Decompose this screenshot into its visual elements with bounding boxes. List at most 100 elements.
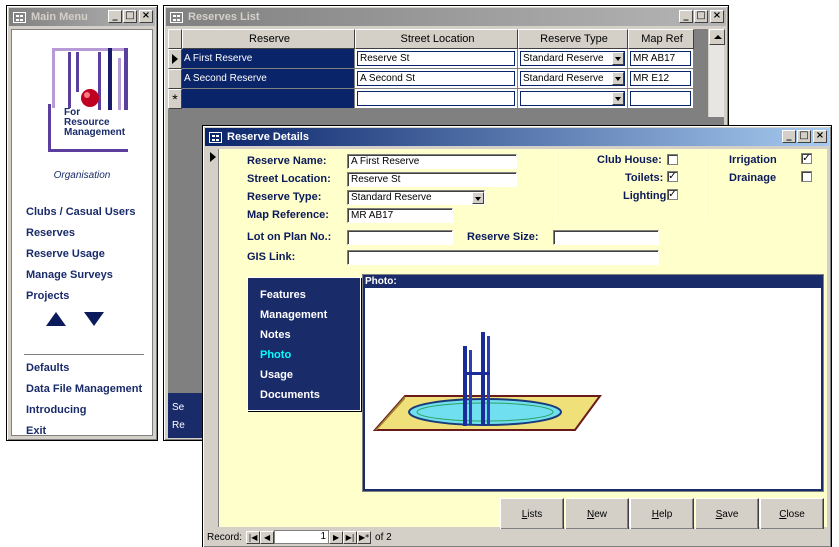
last-record-icon[interactable]: ▶|	[343, 530, 358, 544]
map-reference-field[interactable]: MR AB17	[347, 208, 453, 223]
current-record-field[interactable]: 1	[274, 530, 330, 544]
save-label: ave	[722, 508, 739, 520]
cell-reserve-type-value: Standard Reserve	[523, 53, 604, 64]
arrow-up-icon[interactable]	[46, 312, 66, 326]
save-hotkey: S	[715, 508, 723, 520]
drainage-label: Drainage	[729, 172, 777, 184]
cell-street-location-new[interactable]	[357, 91, 515, 106]
record-selector[interactable]	[168, 69, 182, 89]
new-label: ew	[594, 508, 608, 520]
table-row[interactable]: A Second Reserve A Second St Standard Re…	[168, 69, 708, 89]
menu-item-introducing[interactable]: Introducing	[26, 400, 142, 421]
column-header-reserve-type[interactable]: Reserve Type	[518, 29, 628, 49]
maximize-button[interactable]: □	[123, 10, 137, 23]
record-selector-current[interactable]	[168, 49, 182, 69]
lot-on-plan-label: Lot on Plan No.:	[247, 231, 332, 243]
menu-item-data-file-management[interactable]: Data File Management	[26, 379, 142, 400]
gis-link-label: GIS Link:	[247, 251, 296, 263]
tab-usage[interactable]: Usage	[260, 365, 360, 385]
new-record-icon[interactable]: ▶*	[357, 530, 372, 544]
tab-photo[interactable]: Photo	[260, 345, 360, 365]
reserves-list-titlebar[interactable]: Reserves List	[166, 8, 726, 26]
close-button[interactable]: ×	[710, 10, 724, 23]
menu-item-clubs-casual-users[interactable]: Clubs / Casual Users	[26, 202, 135, 223]
cell-reserve[interactable]: A First Reserve	[182, 49, 355, 69]
close-form-button[interactable]: Close	[760, 498, 824, 530]
new-button[interactable]: New	[565, 498, 629, 530]
street-location-field[interactable]: Reserve St	[347, 172, 517, 187]
lighting-checkbox[interactable]: ✓	[667, 189, 678, 200]
cell-street-location[interactable]: A Second St	[357, 71, 515, 86]
column-header-reserve[interactable]: Reserve	[182, 29, 355, 49]
cell-reserve[interactable]: A Second Reserve	[182, 69, 355, 89]
minimize-button[interactable]: _	[782, 130, 796, 143]
minimize-button[interactable]: _	[108, 10, 122, 23]
gis-link-field[interactable]	[347, 250, 659, 265]
header-selector[interactable]	[168, 29, 182, 49]
scroll-up-button[interactable]	[709, 29, 725, 45]
close-button[interactable]: ×	[813, 130, 827, 143]
close-button[interactable]: ×	[139, 10, 153, 23]
save-button[interactable]: Save	[695, 498, 759, 530]
reserves-grid: Reserve Street Location Reserve Type Map…	[168, 29, 708, 109]
menu-item-exit[interactable]: Exit	[26, 421, 142, 442]
chevron-down-icon[interactable]	[612, 92, 624, 105]
cell-reserve-new[interactable]	[182, 89, 355, 109]
club-house-checkbox[interactable]	[667, 154, 678, 165]
lists-button[interactable]: Lists	[500, 498, 564, 530]
reserve-photo-image	[372, 332, 602, 431]
toilets-checkbox[interactable]: ✓	[667, 171, 678, 182]
reserve-name-field[interactable]: A First Reserve	[347, 154, 517, 169]
reserve-size-field[interactable]	[553, 230, 659, 245]
next-record-icon[interactable]: ▶	[329, 530, 344, 544]
menu-item-reserves[interactable]: Reserves	[26, 223, 135, 244]
drainage-checkbox[interactable]	[801, 171, 812, 182]
tab-features[interactable]: Features	[260, 285, 360, 305]
reserve-details-titlebar[interactable]: Reserve Details	[205, 128, 829, 146]
menu-item-manage-surveys[interactable]: Manage Surveys	[26, 265, 135, 286]
tab-documents[interactable]: Documents	[260, 385, 360, 405]
club-house-label: Club House:	[597, 154, 662, 166]
menu-item-projects[interactable]: Projects	[26, 286, 135, 307]
cell-reserve-type[interactable]: Standard Reserve	[520, 51, 625, 66]
first-record-icon[interactable]: |◀	[246, 530, 261, 544]
minimize-button[interactable]: _	[679, 10, 693, 23]
current-record-arrow-icon	[210, 152, 216, 162]
record-navigation-bar: Record: |◀ ◀ 1 ▶ ▶| ▶* of 2	[205, 529, 829, 545]
cell-map-ref[interactable]: MR E12	[630, 71, 691, 86]
column-header-map-ref[interactable]: Map Ref	[628, 29, 694, 49]
divider-line	[555, 151, 556, 223]
photo-canvas[interactable]	[365, 288, 821, 489]
photo-panel: Photo:	[362, 274, 824, 492]
reserve-details-body: Reserve Name: A First Reserve Street Loc…	[207, 149, 827, 530]
menu-item-defaults[interactable]: Defaults	[26, 358, 142, 379]
chevron-down-icon[interactable]	[612, 72, 624, 85]
record-count: of 2	[375, 531, 392, 543]
table-row[interactable]: A First Reserve Reserve St Standard Rese…	[168, 49, 708, 69]
form-icon	[209, 131, 222, 143]
tab-management[interactable]: Management	[260, 305, 360, 325]
column-header-street-location[interactable]: Street Location	[355, 29, 518, 49]
reserve-type-select[interactable]: Standard Reserve	[347, 190, 485, 205]
cell-reserve-type-new[interactable]	[520, 91, 625, 106]
new-record-marker[interactable]: *	[168, 89, 182, 109]
maximize-button[interactable]: □	[797, 130, 811, 143]
chevron-down-icon[interactable]	[472, 191, 484, 204]
tab-notes[interactable]: Notes	[260, 325, 360, 345]
new-hotkey: N	[586, 508, 595, 520]
cell-reserve-type[interactable]: Standard Reserve	[520, 71, 625, 86]
chevron-down-icon[interactable]	[612, 52, 624, 65]
maximize-button[interactable]: □	[694, 10, 708, 23]
cell-street-location[interactable]: Reserve St	[357, 51, 515, 66]
table-row-new[interactable]: *	[168, 89, 708, 109]
help-button[interactable]: Help	[630, 498, 694, 530]
vertical-scrollbar[interactable]	[708, 29, 725, 117]
cell-map-ref-new[interactable]	[630, 91, 691, 106]
previous-record-icon[interactable]: ◀	[260, 530, 275, 544]
cell-map-ref[interactable]: MR AB17	[630, 51, 691, 66]
menu-item-reserve-usage[interactable]: Reserve Usage	[26, 244, 135, 265]
record-selector[interactable]	[207, 149, 219, 527]
lot-on-plan-field[interactable]	[347, 230, 453, 245]
irrigation-checkbox[interactable]: ✓	[801, 153, 812, 164]
arrow-down-icon[interactable]	[84, 312, 104, 326]
